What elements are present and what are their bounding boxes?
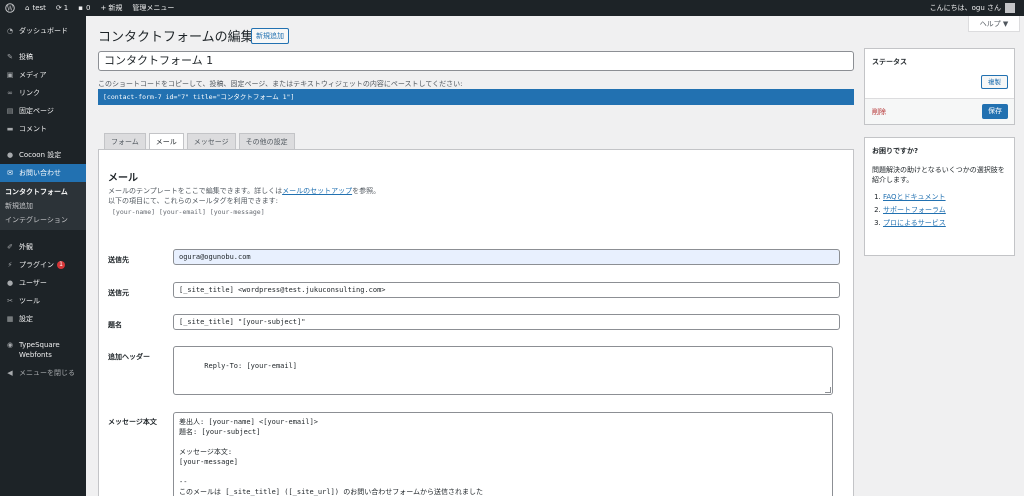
plugin-update-badge: 1 — [57, 261, 65, 269]
typesquare-icon: ◉ — [6, 341, 14, 349]
admin-sidebar: ◔ ダッシュボード ✎ 投稿 ▣ メディア ∞ リンク ▤ 固定ページ ▬ コメント ● Co… — [0, 16, 86, 496]
sidebar-item-posts[interactable]: ✎ 投稿 — [0, 48, 86, 66]
additional-headers-label: 追加ヘッダー — [108, 353, 150, 361]
sidebar-item-media[interactable]: ▣ メディア — [0, 66, 86, 84]
sidebar-item-typesquare[interactable]: ◉ TypeSquare Webfonts — [0, 336, 86, 364]
comments-link[interactable]: ▪ 0 — [73, 0, 95, 16]
submenu-add-new[interactable]: 新規追加 — [0, 199, 86, 213]
status-box: ステータス 複製 削除 保存 — [864, 48, 1015, 125]
mail-setup-link[interactable]: メールのセットアップ — [282, 187, 352, 195]
home-icon: ⌂ — [25, 4, 30, 12]
list-item: プロによるサービス — [883, 217, 1007, 230]
sidebar-item-cocoon[interactable]: ● Cocoon 設定 — [0, 146, 86, 164]
list-item: サポートフォーラム — [883, 204, 1007, 217]
media-icon: ▣ — [6, 71, 14, 79]
sidebar-item-users[interactable]: ● ユーザー — [0, 274, 86, 292]
list-item: FAQとドキュメント — [883, 191, 1007, 204]
support-forum-link[interactable]: サポートフォーラム — [883, 206, 946, 214]
sidebar-item-plugins[interactable]: ⚡ プラグイン 1 — [0, 256, 86, 274]
save-button[interactable]: 保存 — [982, 104, 1008, 119]
wordpress-logo-icon[interactable]: W — [0, 0, 20, 16]
tab-mail[interactable]: メール — [148, 133, 184, 150]
status-actions: 削除 保存 — [865, 98, 1014, 124]
svg-text:W: W — [7, 5, 14, 12]
brush-icon: ✐ — [7, 243, 13, 251]
settings-icon: ▦ — [6, 315, 14, 323]
to-input[interactable]: ogura@ogunobu.com — [173, 249, 840, 265]
page-icon: ▤ — [6, 107, 14, 115]
dashboard-icon: ◔ — [6, 27, 14, 35]
tab-messages[interactable]: メッセージ — [186, 133, 236, 150]
link-icon: ∞ — [7, 89, 13, 97]
comment-bubble-icon: ▪ — [78, 4, 83, 12]
avatar — [1005, 3, 1015, 13]
sidebar-item-contact[interactable]: ✉ お問い合わせ — [0, 164, 86, 182]
subject-input[interactable]: [_site_title] "[your-subject]" — [173, 314, 840, 330]
form-title-input[interactable]: コンタクトフォーム 1 — [98, 51, 854, 71]
pin-icon: ✎ — [7, 53, 13, 61]
contact-submenu: コンタクトフォーム 新規追加 インテグレーション — [0, 182, 86, 230]
admin-bar: W ⌂ test ⟳ 1 ▪ 0 + 新規 管理メニュー こんにちは、ogu さ… — [0, 0, 1024, 16]
mail-icon: ✉ — [7, 169, 13, 177]
submenu-integration[interactable]: インテグレーション — [0, 213, 86, 227]
main-content: ヘルプ ▼ コンタクトフォームの編集 新規追加 コンタクトフォーム 1 このショ… — [86, 16, 1024, 496]
editor-tabs: フォーム メール メッセージ その他の設定 — [104, 133, 298, 150]
cocoon-icon: ● — [6, 151, 14, 159]
updates-link[interactable]: ⟳ 1 — [51, 0, 73, 16]
shortcode-hint: このショートコードをコピーして、投稿、固定ページ、またはテキストウィジェットの内… — [98, 80, 463, 88]
comment-icon: ▬ — [6, 125, 14, 133]
sidebar-collapse-menu[interactable]: ◀ メニューを閉じる — [0, 364, 86, 382]
to-label: 送信先 — [108, 256, 129, 264]
additional-headers-textarea[interactable]: Reply-To: [your-email] — [173, 346, 833, 395]
message-body-label: メッセージ本文 — [108, 418, 157, 426]
updates-icon: ⟳ — [55, 4, 62, 12]
sidebar-item-links[interactable]: ∞ リンク — [0, 84, 86, 102]
admin-menu-link[interactable]: 管理メニュー — [127, 0, 179, 16]
page-title: コンタクトフォームの編集 — [98, 30, 254, 45]
sidebar-item-pages[interactable]: ▤ 固定ページ — [0, 102, 86, 120]
help-box-title: お困りですか? — [872, 147, 919, 155]
message-body-textarea[interactable]: 差出人: [your-name] <[your-email]> 題名: [you… — [173, 412, 833, 496]
help-tab-button[interactable]: ヘルプ ▼ — [968, 16, 1020, 32]
sidebar-item-tools[interactable]: ✂ ツール — [0, 292, 86, 310]
sidebar-item-appearance[interactable]: ✐ 外観 — [0, 238, 86, 256]
resize-handle[interactable] — [825, 387, 831, 393]
wrench-icon: ✂ — [7, 297, 13, 305]
plus-icon: + — [100, 4, 107, 12]
sidebar-item-comments[interactable]: ▬ コメント — [0, 120, 86, 138]
new-content-link[interactable]: + 新規 — [95, 0, 127, 16]
my-account-link[interactable]: こんにちは、ogu さん — [925, 0, 1020, 16]
sidebar-item-settings[interactable]: ▦ 設定 — [0, 310, 86, 328]
mail-tags: [your-name] [your-email] [your-message] — [112, 208, 265, 216]
mail-description: メールのテンプレートをここで編集できます。詳しくはメールのセットアップを参照。 … — [108, 187, 381, 205]
delete-link[interactable]: 削除 — [872, 107, 886, 117]
add-new-button[interactable]: 新規追加 — [251, 28, 289, 44]
status-title: ステータス — [872, 58, 907, 66]
collapse-icon: ◀ — [7, 369, 13, 377]
user-icon: ● — [6, 279, 14, 287]
help-links: FAQとドキュメント サポートフォーラム プロによるサービス — [865, 185, 1014, 230]
submenu-contact-forms[interactable]: コンタクトフォーム — [0, 185, 86, 199]
help-box-text: 問題解決の助けとなるいくつかの選択肢を紹介します。 — [872, 166, 1005, 184]
help-box: お困りですか? 問題解決の助けとなるいくつかの選択肢を紹介します。 FAQとドキ… — [864, 137, 1015, 256]
from-input[interactable]: [_site_title] <wordpress@test.jukuconsul… — [173, 282, 840, 298]
mail-heading: メール — [108, 173, 138, 184]
tab-additional-settings[interactable]: その他の設定 — [238, 133, 295, 150]
site-name-link[interactable]: ⌂ test — [20, 0, 51, 16]
pro-services-link[interactable]: プロによるサービス — [883, 219, 946, 227]
sidebar-item-dashboard[interactable]: ◔ ダッシュボード — [0, 22, 86, 40]
duplicate-button[interactable]: 複製 — [981, 75, 1008, 89]
faq-link[interactable]: FAQとドキュメント — [883, 193, 946, 201]
tab-form[interactable]: フォーム — [104, 133, 146, 150]
plugin-icon: ⚡ — [7, 261, 13, 269]
shortcode-field[interactable]: [contact-form-7 id="7" title="コンタクトフォーム … — [98, 89, 854, 105]
from-label: 送信元 — [108, 289, 129, 297]
mail-panel: メール メールのテンプレートをここで編集できます。詳しくはメールのセットアップを… — [98, 149, 854, 496]
subject-label: 題名 — [108, 321, 122, 329]
